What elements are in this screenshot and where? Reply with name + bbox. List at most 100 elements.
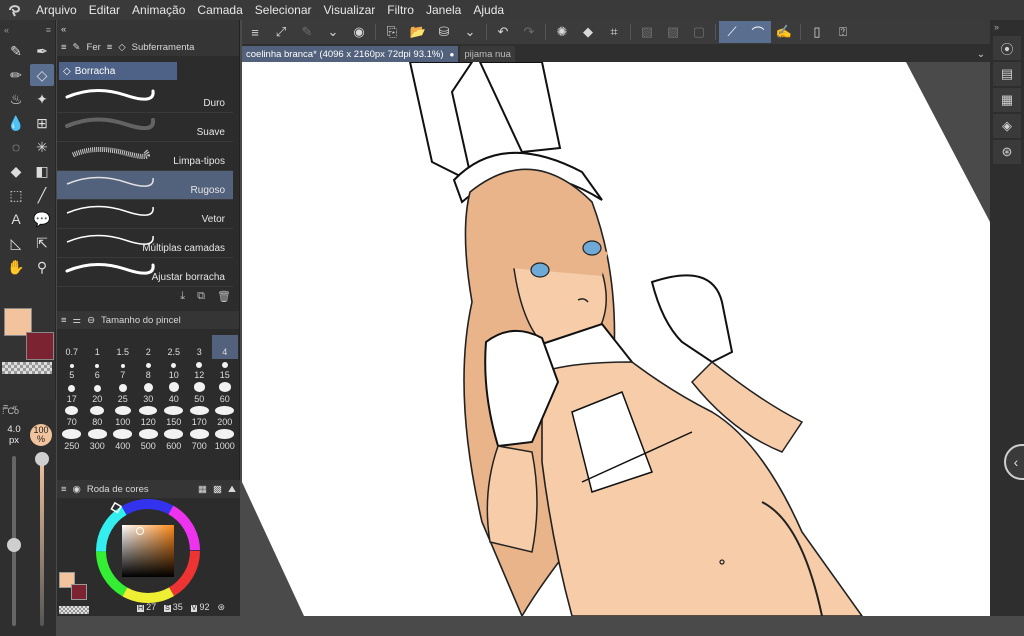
lasso-icon[interactable]: ◌: [4, 136, 28, 158]
layer-property-icon[interactable]: ▤: [993, 62, 1021, 86]
tab-pijama-nua[interactable]: pijama nua: [460, 46, 515, 62]
brush-item-duro[interactable]: Duro: [57, 84, 233, 113]
brush-size-preset[interactable]: 120: [136, 405, 162, 430]
menu-icon[interactable]: ≡: [61, 484, 67, 495]
collapse-icon[interactable]: «: [4, 25, 9, 35]
fill-bucket-icon[interactable]: ◆: [4, 160, 28, 182]
pen-tab-icon[interactable]: ✎: [73, 42, 81, 53]
transparent-color-swatch[interactable]: [2, 362, 52, 374]
balloon-icon[interactable]: 💬: [30, 208, 54, 230]
open-folder-icon[interactable]: 📂: [405, 21, 431, 43]
menu-icon[interactable]: ≡: [61, 315, 67, 326]
brush-size-preset[interactable]: 6: [85, 359, 111, 383]
brush-size-slider-knob[interactable]: [7, 538, 21, 552]
brush-size-preset[interactable]: 4: [212, 335, 238, 359]
brush-size-preset[interactable]: 300: [85, 429, 111, 453]
intermediate-color-tab-icon[interactable]: ▩: [213, 484, 222, 495]
brush-size-preset[interactable]: 1: [85, 335, 111, 359]
navigator-icon[interactable]: ⦿: [993, 36, 1021, 60]
hand-icon[interactable]: ✋: [4, 256, 28, 278]
panel-expand-handle[interactable]: ‹: [1004, 444, 1024, 480]
save-icon[interactable]: ⛁: [431, 21, 457, 43]
brush-size-preset[interactable]: 7: [110, 359, 136, 383]
pencil-icon[interactable]: ✏: [4, 64, 28, 86]
opacity-slider[interactable]: [40, 456, 44, 626]
brush-size-preset[interactable]: 250: [59, 429, 85, 453]
subtool-group-tab[interactable]: ◇ Borracha: [59, 62, 177, 80]
tools-tab-label[interactable]: Fer: [87, 42, 101, 53]
selection-icon[interactable]: ▢: [686, 21, 712, 43]
menu-janela[interactable]: Janela: [420, 0, 467, 20]
menu-selecionar[interactable]: Selecionar: [249, 0, 318, 20]
pen-icon[interactable]: ✍: [771, 21, 797, 43]
brush-size-preset[interactable]: 17: [59, 382, 85, 406]
eye-icon[interactable]: ◉: [346, 21, 372, 43]
color-set-tab-icon[interactable]: ▦: [198, 484, 207, 495]
sparkle-icon[interactable]: ✦: [30, 88, 54, 110]
sub-color-swatch[interactable]: [71, 584, 87, 600]
magic-wand-icon[interactable]: ✳: [30, 136, 54, 158]
brush-item-vetor[interactable]: Vetor: [57, 200, 233, 229]
clip-studio-logo-icon[interactable]: [0, 0, 30, 20]
brush-size-preset[interactable]: 150: [161, 405, 187, 430]
redo-icon[interactable]: ↷: [516, 21, 542, 43]
phone-icon[interactable]: ▯: [804, 21, 830, 43]
eraser-icon[interactable]: ◇: [30, 64, 54, 86]
brush-size-preset[interactable]: 70: [59, 405, 85, 430]
fit-to-screen-icon[interactable]: ⤢: [268, 21, 294, 43]
brush-size-preset[interactable]: 600: [161, 429, 187, 453]
frame-icon[interactable]: ◺: [4, 232, 28, 254]
collapse-icon[interactable]: «: [61, 24, 66, 35]
layer-mask-icon[interactable]: ▧: [634, 21, 660, 43]
close-icon[interactable]: ●: [450, 50, 455, 59]
brush-size-preset[interactable]: 15: [212, 359, 238, 383]
brush-size-preset[interactable]: 5: [59, 359, 85, 383]
grid-icon[interactable]: ⊞: [30, 112, 54, 134]
brush-size-preset[interactable]: 10: [161, 359, 187, 383]
transform-icon[interactable]: ⌗: [601, 21, 627, 43]
fountain-pen-icon[interactable]: ✒: [30, 40, 54, 62]
brush-size-preset[interactable]: 12: [187, 359, 213, 383]
new-file-icon[interactable]: ⎘: [379, 21, 405, 43]
brush-item-multiplas-camadas[interactable]: Múltiplas camadas: [57, 229, 233, 258]
brush-size-preset[interactable]: 2.5: [161, 335, 187, 359]
approximate-color-tab-icon[interactable]: ⛰: [228, 484, 236, 495]
move-icon[interactable]: ⇱: [30, 232, 54, 254]
menu-camada[interactable]: Camada: [191, 0, 248, 20]
menu-editar[interactable]: Editar: [83, 0, 126, 20]
brush-item-suave[interactable]: Suave: [57, 113, 233, 142]
brush-size-preset[interactable]: 20: [85, 382, 111, 406]
menu-animacao[interactable]: Animação: [126, 0, 191, 20]
text-icon[interactable]: A: [4, 208, 28, 230]
gradient-icon[interactable]: ◧: [30, 160, 54, 182]
brush-size-preset[interactable]: 2: [136, 335, 162, 359]
brush-size-preset[interactable]: 0.7: [59, 335, 85, 359]
brush-size-preset[interactable]: 100: [110, 405, 136, 430]
menu-ajuda[interactable]: Ajuda: [467, 0, 510, 20]
download-icon[interactable]: ⤓: [180, 290, 185, 303]
canvas-area[interactable]: [242, 62, 990, 616]
brush-size-preset[interactable]: 25: [110, 382, 136, 406]
mask-icon[interactable]: ▨: [660, 21, 686, 43]
layers-icon[interactable]: ◈: [993, 114, 1021, 138]
trash-icon[interactable]: 🗑: [217, 290, 231, 303]
brush-size-tab-icon[interactable]: ⊖: [87, 315, 95, 326]
brush-size-preset[interactable]: 170: [187, 405, 213, 430]
brush-size-preset[interactable]: 8: [136, 359, 162, 383]
transparent-color-swatch[interactable]: [59, 606, 89, 614]
sub-color-swatch[interactable]: [26, 332, 54, 360]
pen-icon[interactable]: ✎: [4, 40, 28, 62]
menu-icon[interactable]: ≡: [242, 21, 268, 43]
brush-size-preset[interactable]: 1000: [212, 429, 238, 453]
quick-access-icon[interactable]: ✎: [294, 21, 320, 43]
eyedropper-icon[interactable]: ⚲: [30, 256, 54, 278]
brush-item-limpa-tipos[interactable]: Limpa-tipos: [57, 142, 233, 171]
airbrush-icon[interactable]: ♨: [4, 88, 28, 110]
menu-arquivo[interactable]: Arquivo: [30, 0, 83, 20]
brush-size-preset[interactable]: 200: [212, 405, 238, 430]
line-icon[interactable]: ⌒: [745, 21, 771, 43]
brush-item-ajustar-borracha[interactable]: Ajustar borracha: [57, 258, 233, 287]
color-wheel-tab-icon[interactable]: ◉: [73, 484, 81, 495]
menu-filtro[interactable]: Filtro: [381, 0, 420, 20]
stabilizer-icon[interactable]: ⟋: [719, 21, 745, 43]
